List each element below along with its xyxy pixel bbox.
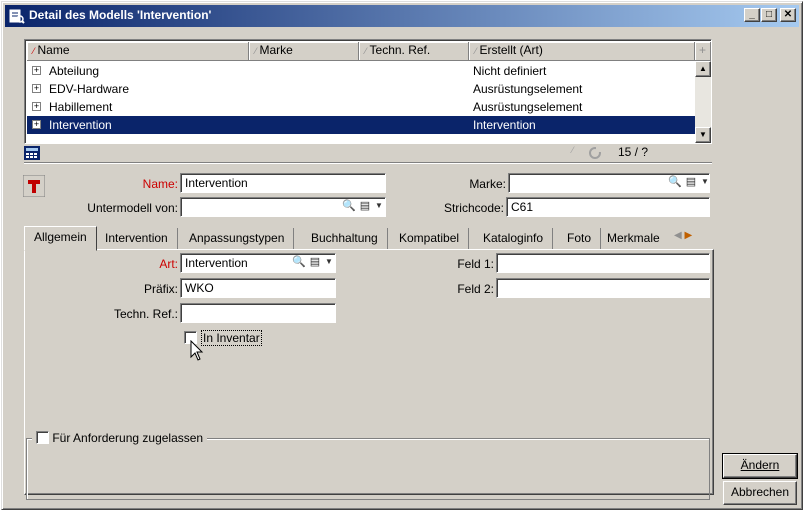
expand-icon[interactable]: + <box>32 84 41 93</box>
tab-scroll-left-arrow-icon[interactable]: ◀ <box>674 230 682 241</box>
name-label: Name: <box>142 177 178 191</box>
anforderung-checkbox[interactable] <box>36 431 49 445</box>
refresh-icon[interactable] <box>586 145 604 161</box>
record-counter: 15 / ? <box>618 145 649 159</box>
list-item[interactable]: + EDV-Hardware Ausrüstungselement <box>27 80 695 98</box>
list-item[interactable]: + Habillement Ausrüstungselement <box>27 98 695 116</box>
expand-icon[interactable]: + <box>32 120 41 129</box>
feld1-input[interactable] <box>496 253 710 273</box>
search-icon[interactable]: 🔍 <box>291 255 307 271</box>
dropdown-arrow-icon[interactable]: ▼ <box>321 255 337 271</box>
column-header-erstellt-art[interactable]: ⁄ Erstellt (Art) <box>469 42 695 61</box>
scroll-up-arrow-icon[interactable]: ▲ <box>695 61 711 77</box>
technref-input[interactable] <box>180 303 336 323</box>
name-input[interactable]: Intervention <box>180 173 386 193</box>
search-icon[interactable]: 🔍 <box>341 199 357 215</box>
calculator-icon[interactable] <box>24 146 40 160</box>
tab-foto[interactable]: Foto <box>558 228 602 250</box>
tab-buchhaltung[interactable]: Buchhaltung <box>302 228 388 250</box>
list-item-selected[interactable]: + Intervention Intervention <box>27 116 695 134</box>
model-list[interactable]: ⁄ Name ⁄ Marke ⁄ Techn. Ref. ⁄ Erstellt (Art… <box>24 39 712 144</box>
cancel-button[interactable]: Abbrechen <box>723 481 797 505</box>
list-scrollbar[interactable]: ▲ ▼ <box>695 61 711 143</box>
separator <box>24 162 712 164</box>
tab-intervention[interactable]: Intervention <box>96 228 178 250</box>
strichcode-label: Strichcode: <box>443 201 504 215</box>
column-chooser-button[interactable]: + <box>695 42 711 61</box>
feld1-label: Feld 1: <box>457 257 494 271</box>
window-title: Detail des Modells 'Intervention' <box>29 8 212 22</box>
anforderung-groupbox <box>26 438 710 500</box>
anforderung-legend: Für Anforderung zugelassen <box>32 430 208 446</box>
tab-scroll-right-arrow-icon[interactable]: ▶ <box>684 230 692 241</box>
untermodell-label: Untermodell von: <box>87 201 178 215</box>
column-header-name[interactable]: ⁄ Name <box>27 42 249 61</box>
feld2-label: Feld 2: <box>457 282 494 296</box>
change-button[interactable]: Ändern <box>722 453 798 479</box>
praefix-input[interactable]: WKO <box>180 278 336 298</box>
tab-scroll-buttons: ◀ ▶ <box>674 230 710 248</box>
hammer-icon <box>23 175 45 197</box>
anforderung-label: Für Anforderung zugelassen <box>52 430 204 445</box>
maximize-button[interactable]: □ <box>761 8 777 22</box>
tab-allgemein[interactable]: Allgemein <box>24 226 97 251</box>
tab-kompatibel[interactable]: Kompatibel <box>390 228 470 250</box>
art-label: Art: <box>159 257 178 271</box>
column-header-techn-ref[interactable]: ⁄ Techn. Ref. <box>359 42 469 61</box>
mouse-cursor-icon <box>190 340 204 361</box>
expand-icon[interactable]: + <box>32 66 41 75</box>
sort-indicator-icon: ⁄ <box>572 145 574 155</box>
technref-label: Techn. Ref.: <box>113 307 178 321</box>
list-status-bar: ⁄ 15 / ? <box>24 144 712 162</box>
tab-kataloginfo[interactable]: Kataloginfo <box>474 228 554 250</box>
model-detail-icon <box>9 9 25 24</box>
tab-merkmale[interactable]: Merkmale <box>598 228 669 250</box>
in-inventar-label[interactable]: In Inventar <box>201 330 262 346</box>
close-button[interactable]: ✕ <box>780 8 796 22</box>
title-bar[interactable]: Detail des Modells 'Intervention' _ □ ✕ <box>5 5 799 27</box>
dropdown-arrow-icon[interactable]: ▼ <box>697 175 713 191</box>
strichcode-input[interactable]: C61 <box>506 197 710 217</box>
art-input[interactable]: Intervention 🔍 ▤ ▼ <box>180 253 336 273</box>
tab-anpassungstypen[interactable]: Anpassungstypen <box>180 228 295 250</box>
column-header-marke[interactable]: ⁄ Marke <box>249 42 359 61</box>
dialog-window: Detail des Modells 'Intervention' _ □ ✕ … <box>1 1 803 510</box>
minimize-button[interactable]: _ <box>744 8 760 22</box>
feld2-input[interactable] <box>496 278 710 298</box>
praefix-label: Präfix: <box>143 282 178 296</box>
list-item[interactable]: + Abteilung Nicht definiert <box>27 62 695 80</box>
untermodell-input[interactable]: 🔍 ▤ ▼ <box>180 197 386 217</box>
marke-label: Marke: <box>469 177 506 191</box>
scroll-down-arrow-icon[interactable]: ▼ <box>695 127 711 143</box>
search-icon[interactable]: 🔍 <box>667 175 683 191</box>
marke-input[interactable]: 🔍 ▤ ▼ <box>508 173 710 193</box>
dropdown-arrow-icon[interactable]: ▼ <box>371 199 387 215</box>
expand-icon[interactable]: + <box>32 102 41 111</box>
